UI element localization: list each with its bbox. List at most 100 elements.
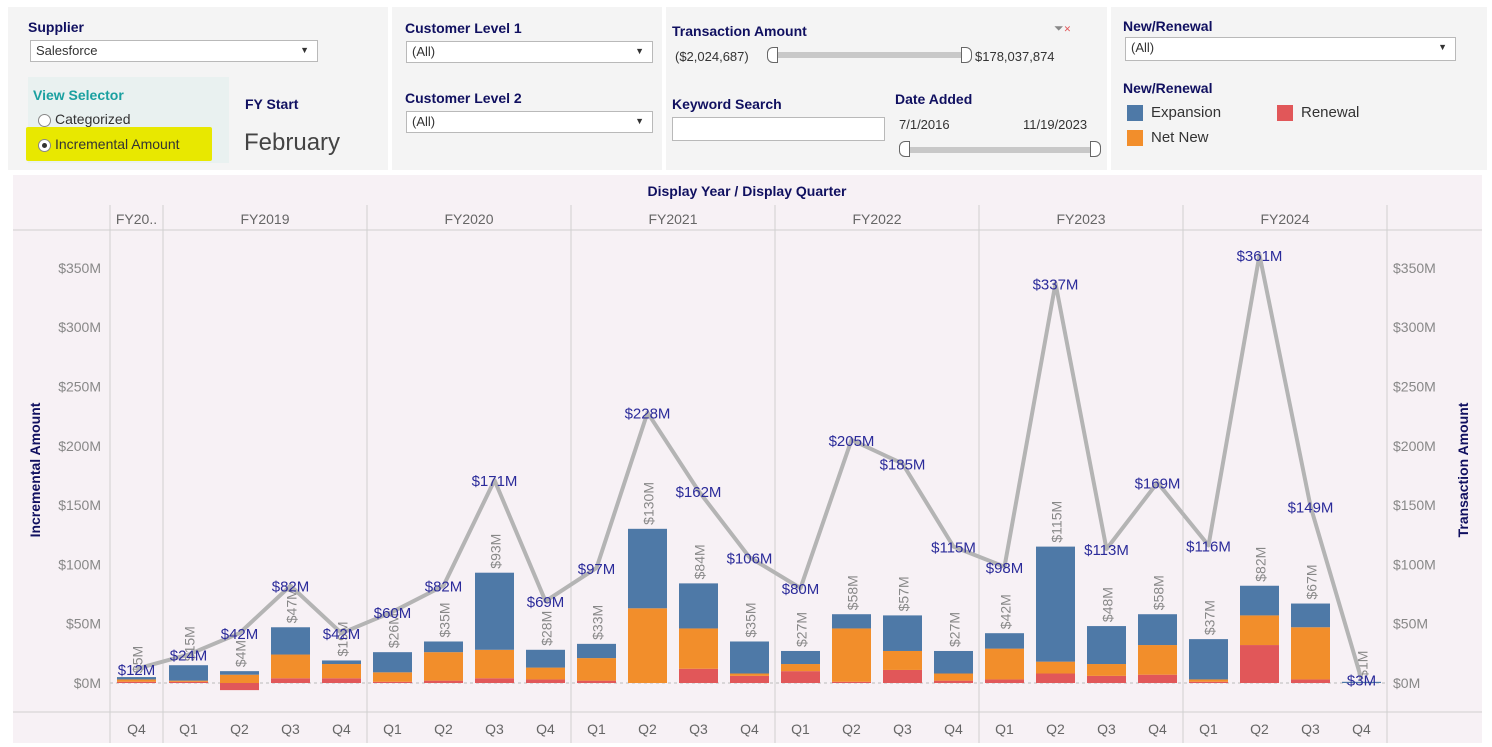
combo-chart: Display Year / Display Quarter Increment…: [13, 183, 1482, 743]
y2-tick-label: $200M: [1393, 438, 1436, 454]
legend-item-expansion[interactable]: Expansion: [1127, 104, 1221, 122]
bar-segment-renewal: [832, 681, 871, 683]
bar-segment-renewal: [271, 678, 310, 683]
date-added-label: Date Added: [895, 91, 973, 107]
bar-segment-net-new: [1087, 664, 1126, 676]
y-tick-label: $250M: [58, 379, 101, 395]
date-added-min: 7/1/2016: [899, 117, 950, 132]
quarter-label: Q1: [383, 721, 402, 737]
bar-segment-net-new: [781, 664, 820, 672]
customer-level-2-dropdown[interactable]: (All) ▼: [406, 111, 653, 133]
filter-panel-supplier: Supplier Salesforce ▼ View Selector Cate…: [8, 7, 388, 170]
legend-swatch: [1127, 105, 1143, 122]
legend-label: Renewal: [1301, 104, 1360, 121]
bar-segment-renewal: [322, 678, 361, 683]
supplier-dropdown[interactable]: Salesforce ▼: [30, 40, 318, 62]
customer-level-2-label: Customer Level 2: [405, 90, 522, 106]
bar-segment-expansion: [322, 660, 361, 665]
clear-filter-icon[interactable]: ⏷✕: [1054, 21, 1071, 36]
bar-segment-expansion: [934, 650, 973, 674]
quarter-label: Q3: [1301, 721, 1320, 737]
bar-total-label: $48M: [1100, 587, 1116, 622]
bar-total-label: $35M: [437, 602, 453, 637]
line-value-label: $149M: [1288, 499, 1334, 516]
bar-segment-renewal: [424, 680, 463, 683]
bar-segment-expansion: [220, 671, 259, 675]
bar-segment-renewal: [781, 671, 820, 683]
bar-total-label: $67M: [1304, 565, 1320, 600]
bar-segment-renewal: [1291, 679, 1330, 683]
view-selector: View Selector Categorized Incremental Am…: [26, 77, 229, 163]
y2-tick-label: $250M: [1393, 379, 1436, 395]
bar-segment-expansion: [832, 614, 871, 629]
quarter-label: Q4: [740, 721, 759, 737]
legend-label: Net New: [1151, 129, 1209, 146]
quarter-label: Q1: [179, 721, 198, 737]
filter-panel-new-renewal: New/Renewal (All) ▼ New/Renewal Expansion…: [1111, 7, 1487, 170]
line-value-label: $205M: [829, 433, 875, 450]
line-value-label: $185M: [880, 457, 926, 474]
quarter-label: Q4: [536, 721, 555, 737]
bar-segment-expansion: [373, 652, 412, 673]
line-value-label: $171M: [472, 473, 518, 490]
bar-segment-expansion: [679, 583, 718, 629]
quarter-label: Q4: [944, 721, 963, 737]
transaction-amount-slider-track[interactable]: [774, 52, 966, 58]
radio-incremental-amount[interactable]: Incremental Amount: [38, 136, 180, 152]
bar-segment-expansion: [577, 643, 616, 659]
radio-categorized[interactable]: Categorized: [38, 111, 131, 127]
bar-segment-net-new: [934, 673, 973, 681]
quarter-label: Q2: [1250, 721, 1269, 737]
bar-segment-renewal: [934, 680, 973, 683]
bar-segment-renewal: [1240, 645, 1279, 683]
bar-total-label: $130M: [641, 482, 657, 525]
line-value-label: $162M: [676, 484, 722, 501]
date-added-slider-track[interactable]: [906, 147, 1096, 153]
quarter-label: Q1: [587, 721, 606, 737]
quarter-label: Q4: [332, 721, 351, 737]
transaction-amount-min: ($2,024,687): [675, 49, 749, 64]
bar-segment-renewal: [220, 683, 259, 691]
y-tick-label: $50M: [66, 616, 101, 632]
y-tick-label: $150M: [58, 497, 101, 513]
y2-axis-label: Transaction Amount: [1455, 402, 1471, 537]
supplier-label: Supplier: [28, 19, 85, 35]
date-added-min-handle[interactable]: [899, 141, 910, 157]
date-added-max-handle[interactable]: [1090, 141, 1101, 157]
line-value-label: $361M: [1237, 248, 1283, 265]
bar-segment-expansion: [781, 650, 820, 665]
bar-total-label: $84M: [692, 544, 708, 579]
bar-segment-net-new: [271, 654, 310, 679]
fy-start-label: FY Start: [245, 96, 299, 112]
bar-segment-expansion: [1240, 585, 1279, 616]
legend-title: New/Renewal: [1123, 80, 1213, 96]
transaction-amount-min-handle[interactable]: [767, 47, 778, 63]
bar-total-label: $27M: [947, 612, 963, 647]
bar-segment-net-new: [679, 628, 718, 669]
customer-level-1-dropdown[interactable]: (All) ▼: [406, 41, 653, 63]
year-header: FY2019: [240, 211, 289, 227]
line-value-label: $228M: [625, 406, 671, 423]
line-value-label: $42M: [323, 626, 361, 643]
bar-total-label: $57M: [896, 576, 912, 611]
keyword-search-input[interactable]: [672, 117, 885, 141]
new-renewal-dropdown[interactable]: (All) ▼: [1125, 37, 1456, 61]
legend-item-net-new[interactable]: Net New: [1127, 129, 1209, 147]
bar-segment-renewal: [730, 675, 769, 683]
bar-segment-net-new: [883, 650, 922, 670]
legend-item-renewal[interactable]: Renewal: [1277, 104, 1360, 122]
quarter-label: Q3: [689, 721, 708, 737]
bar-segment-expansion: [271, 627, 310, 655]
y-tick-label: $300M: [58, 319, 101, 335]
line-value-label: $12M: [118, 662, 156, 679]
line-value-label: $98M: [986, 560, 1024, 577]
bar-segment-net-new: [424, 652, 463, 681]
bar-segment-net-new: [832, 628, 871, 682]
bar-segment-renewal: [475, 678, 514, 683]
quarter-label: Q3: [281, 721, 300, 737]
line-value-label: $80M: [782, 581, 820, 598]
transaction-amount-max-handle[interactable]: [961, 47, 972, 63]
quarter-label: Q3: [1097, 721, 1116, 737]
bar-segment-net-new: [1240, 615, 1279, 646]
quarter-label: Q1: [1199, 721, 1218, 737]
